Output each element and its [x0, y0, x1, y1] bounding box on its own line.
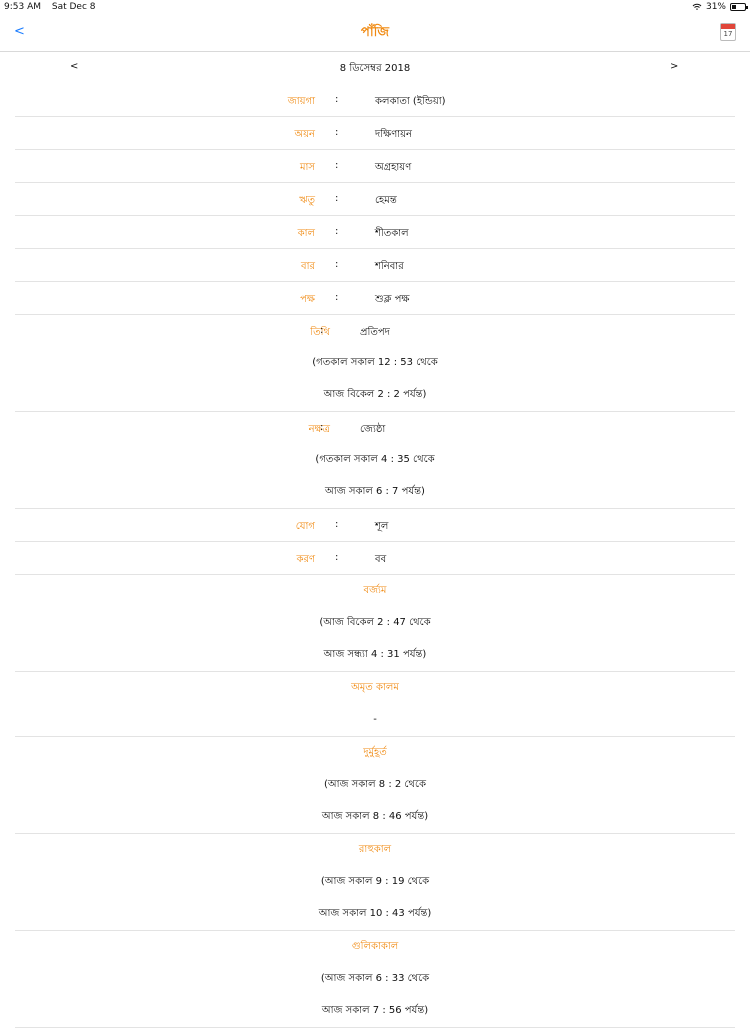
- section-start: (আজ সকাল 9 : 19 থেকে: [320, 876, 430, 887]
- row-value: বব: [375, 554, 387, 565]
- wifi-icon: [692, 3, 702, 10]
- row-value: কলকাতা (ইন্ডিয়া): [375, 96, 446, 107]
- battery-percent: 31%: [705, 2, 726, 12]
- section-start: (আজ সকাল 6 : 33 থেকে: [320, 973, 430, 984]
- section-start: (আজ সকাল 8 : 2 থেকে: [323, 779, 426, 790]
- gulikakaal-section: গুলিকাকাল (আজ সকাল 6 : 33 থেকে আজ সকাল 7…: [15, 931, 735, 1028]
- row-key: ঋতু: [299, 195, 315, 206]
- date-navigator: < 8 ডিসেম্বর 2018 >: [0, 52, 750, 84]
- section-start: (আজ বিকেল 2 : 47 থেকে: [319, 617, 431, 628]
- row-colon: :: [335, 160, 339, 171]
- row-place: জায়গা : কলকাতা (ইন্ডিয়া): [15, 84, 735, 117]
- nakshatra-section: নক্ষত্র : জ্যেষ্ঠা (গতকাল সকাল 4 : 35 থে…: [15, 412, 735, 509]
- row-colon: :: [320, 422, 324, 433]
- row-value: অগ্রহায়ণ: [375, 162, 412, 173]
- row-value: দক্ষিণায়ন: [375, 129, 413, 140]
- section-end: আজ সন্ধ্যা 4 : 31 পর্যন্ত): [323, 649, 427, 660]
- section-title: বর্জ্যম: [363, 585, 387, 596]
- tithi-end: আজ বিকেল 2 : 2 পর্যন্ত): [323, 389, 427, 400]
- section-title: অমৃত কালম: [351, 682, 399, 693]
- row-season: ঋতু : হেমন্ত: [15, 183, 735, 216]
- row-ayan: অয়ন : দক্ষিণায়ন: [15, 117, 735, 150]
- row-value: শূল: [375, 521, 389, 532]
- row-value: হেমন্ত: [375, 195, 397, 206]
- rahukaal-section: রাহুকাল (আজ সকাল 9 : 19 থেকে আজ সকাল 10 …: [15, 834, 735, 931]
- calendar-icon-day: 17: [723, 30, 733, 38]
- nav-bar: < পাঁজি 17: [0, 14, 750, 52]
- row-paksha: পক্ষ : শুক্ল পক্ষ: [15, 282, 735, 315]
- row-key: জায়গা: [287, 96, 315, 107]
- battery-icon: [730, 3, 748, 11]
- row-weekday: বার : শনিবার: [15, 249, 735, 282]
- row-key: পক্ষ: [300, 294, 315, 305]
- tithi-section: তিথি : প্রতিপদ (গতকাল সকাল 12 : 53 থেকে …: [15, 315, 735, 412]
- row-value: জ্যেষ্ঠা: [360, 424, 386, 435]
- calendar-icon[interactable]: 17: [720, 23, 736, 41]
- battery-level: [732, 5, 736, 9]
- row-key: অয়ন: [294, 129, 315, 140]
- section-title: গুলিকাকাল: [351, 941, 399, 952]
- row-colon: :: [335, 193, 339, 204]
- page-title: পাঁজি: [361, 25, 389, 40]
- section-title: দুর্মুহূর্ত: [363, 747, 387, 758]
- next-day-button[interactable]: >: [670, 61, 678, 72]
- row-key: যোগ: [295, 521, 315, 532]
- section-title: রাহুকাল: [358, 844, 392, 855]
- nakshatra-start: (গতকাল সকাল 4 : 35 থেকে: [315, 454, 435, 465]
- row-colon: :: [335, 292, 339, 303]
- status-bar: 9:53 AM Sat Dec 8 31%: [0, 0, 750, 14]
- tithi-start: (গতকাল সকাল 12 : 53 থেকে: [312, 357, 438, 368]
- row-month: মাস : অগ্রহায়ণ: [15, 150, 735, 183]
- row-colon: :: [320, 325, 324, 336]
- row-kaal: কাল : শীতকাল: [15, 216, 735, 249]
- row-key: কাল: [297, 228, 315, 239]
- row-value: প্রতিপদ: [360, 327, 390, 338]
- nakshatra-end: আজ সকাল 6 : 7 পর্যন্ত): [325, 486, 425, 497]
- status-right: 31%: [692, 2, 748, 12]
- row-yoga: যোগ : শূল: [15, 509, 735, 542]
- row-colon: :: [335, 226, 339, 237]
- row-key: বার: [301, 261, 315, 272]
- panjika-content: < 8 ডিসেম্বর 2018 > জায়গা : কলকাতা (ইন্…: [0, 52, 750, 1028]
- status-date: Sat Dec 8: [51, 2, 96, 12]
- section-start: -: [373, 714, 377, 725]
- row-colon: :: [335, 519, 339, 530]
- varjyam-section: বর্জ্যম (আজ বিকেল 2 : 47 থেকে আজ সন্ধ্যা…: [15, 575, 735, 672]
- status-left: 9:53 AM Sat Dec 8: [4, 2, 104, 12]
- row-key: মাস: [299, 162, 315, 173]
- row-value: শনিবার: [375, 261, 404, 272]
- amrit-kalam-section: অমৃত কালম -: [15, 672, 735, 737]
- row-nakshatra: নক্ষত্র : জ্যেষ্ঠা: [15, 412, 735, 444]
- section-end: আজ সকাল 10 : 43 পর্যন্ত): [318, 908, 432, 919]
- row-karana: করণ : বব: [15, 542, 735, 575]
- status-time: 9:53 AM: [4, 2, 41, 12]
- row-colon: :: [335, 94, 339, 105]
- durmuhurta-section: দুর্মুহূর্ত (আজ সকাল 8 : 2 থেকে আজ সকাল …: [15, 737, 735, 834]
- row-key: করণ: [296, 554, 315, 565]
- row-colon: :: [335, 552, 339, 563]
- current-date: 8 ডিসেম্বর 2018: [339, 63, 411, 74]
- row-tithi: তিথি : প্রতিপদ: [15, 315, 735, 347]
- row-value: শীতকাল: [375, 228, 409, 239]
- row-value: শুক্ল পক্ষ: [375, 294, 410, 305]
- row-colon: :: [335, 127, 339, 138]
- row-colon: :: [335, 259, 339, 270]
- section-end: আজ সকাল 8 : 46 পর্যন্ত): [321, 811, 429, 822]
